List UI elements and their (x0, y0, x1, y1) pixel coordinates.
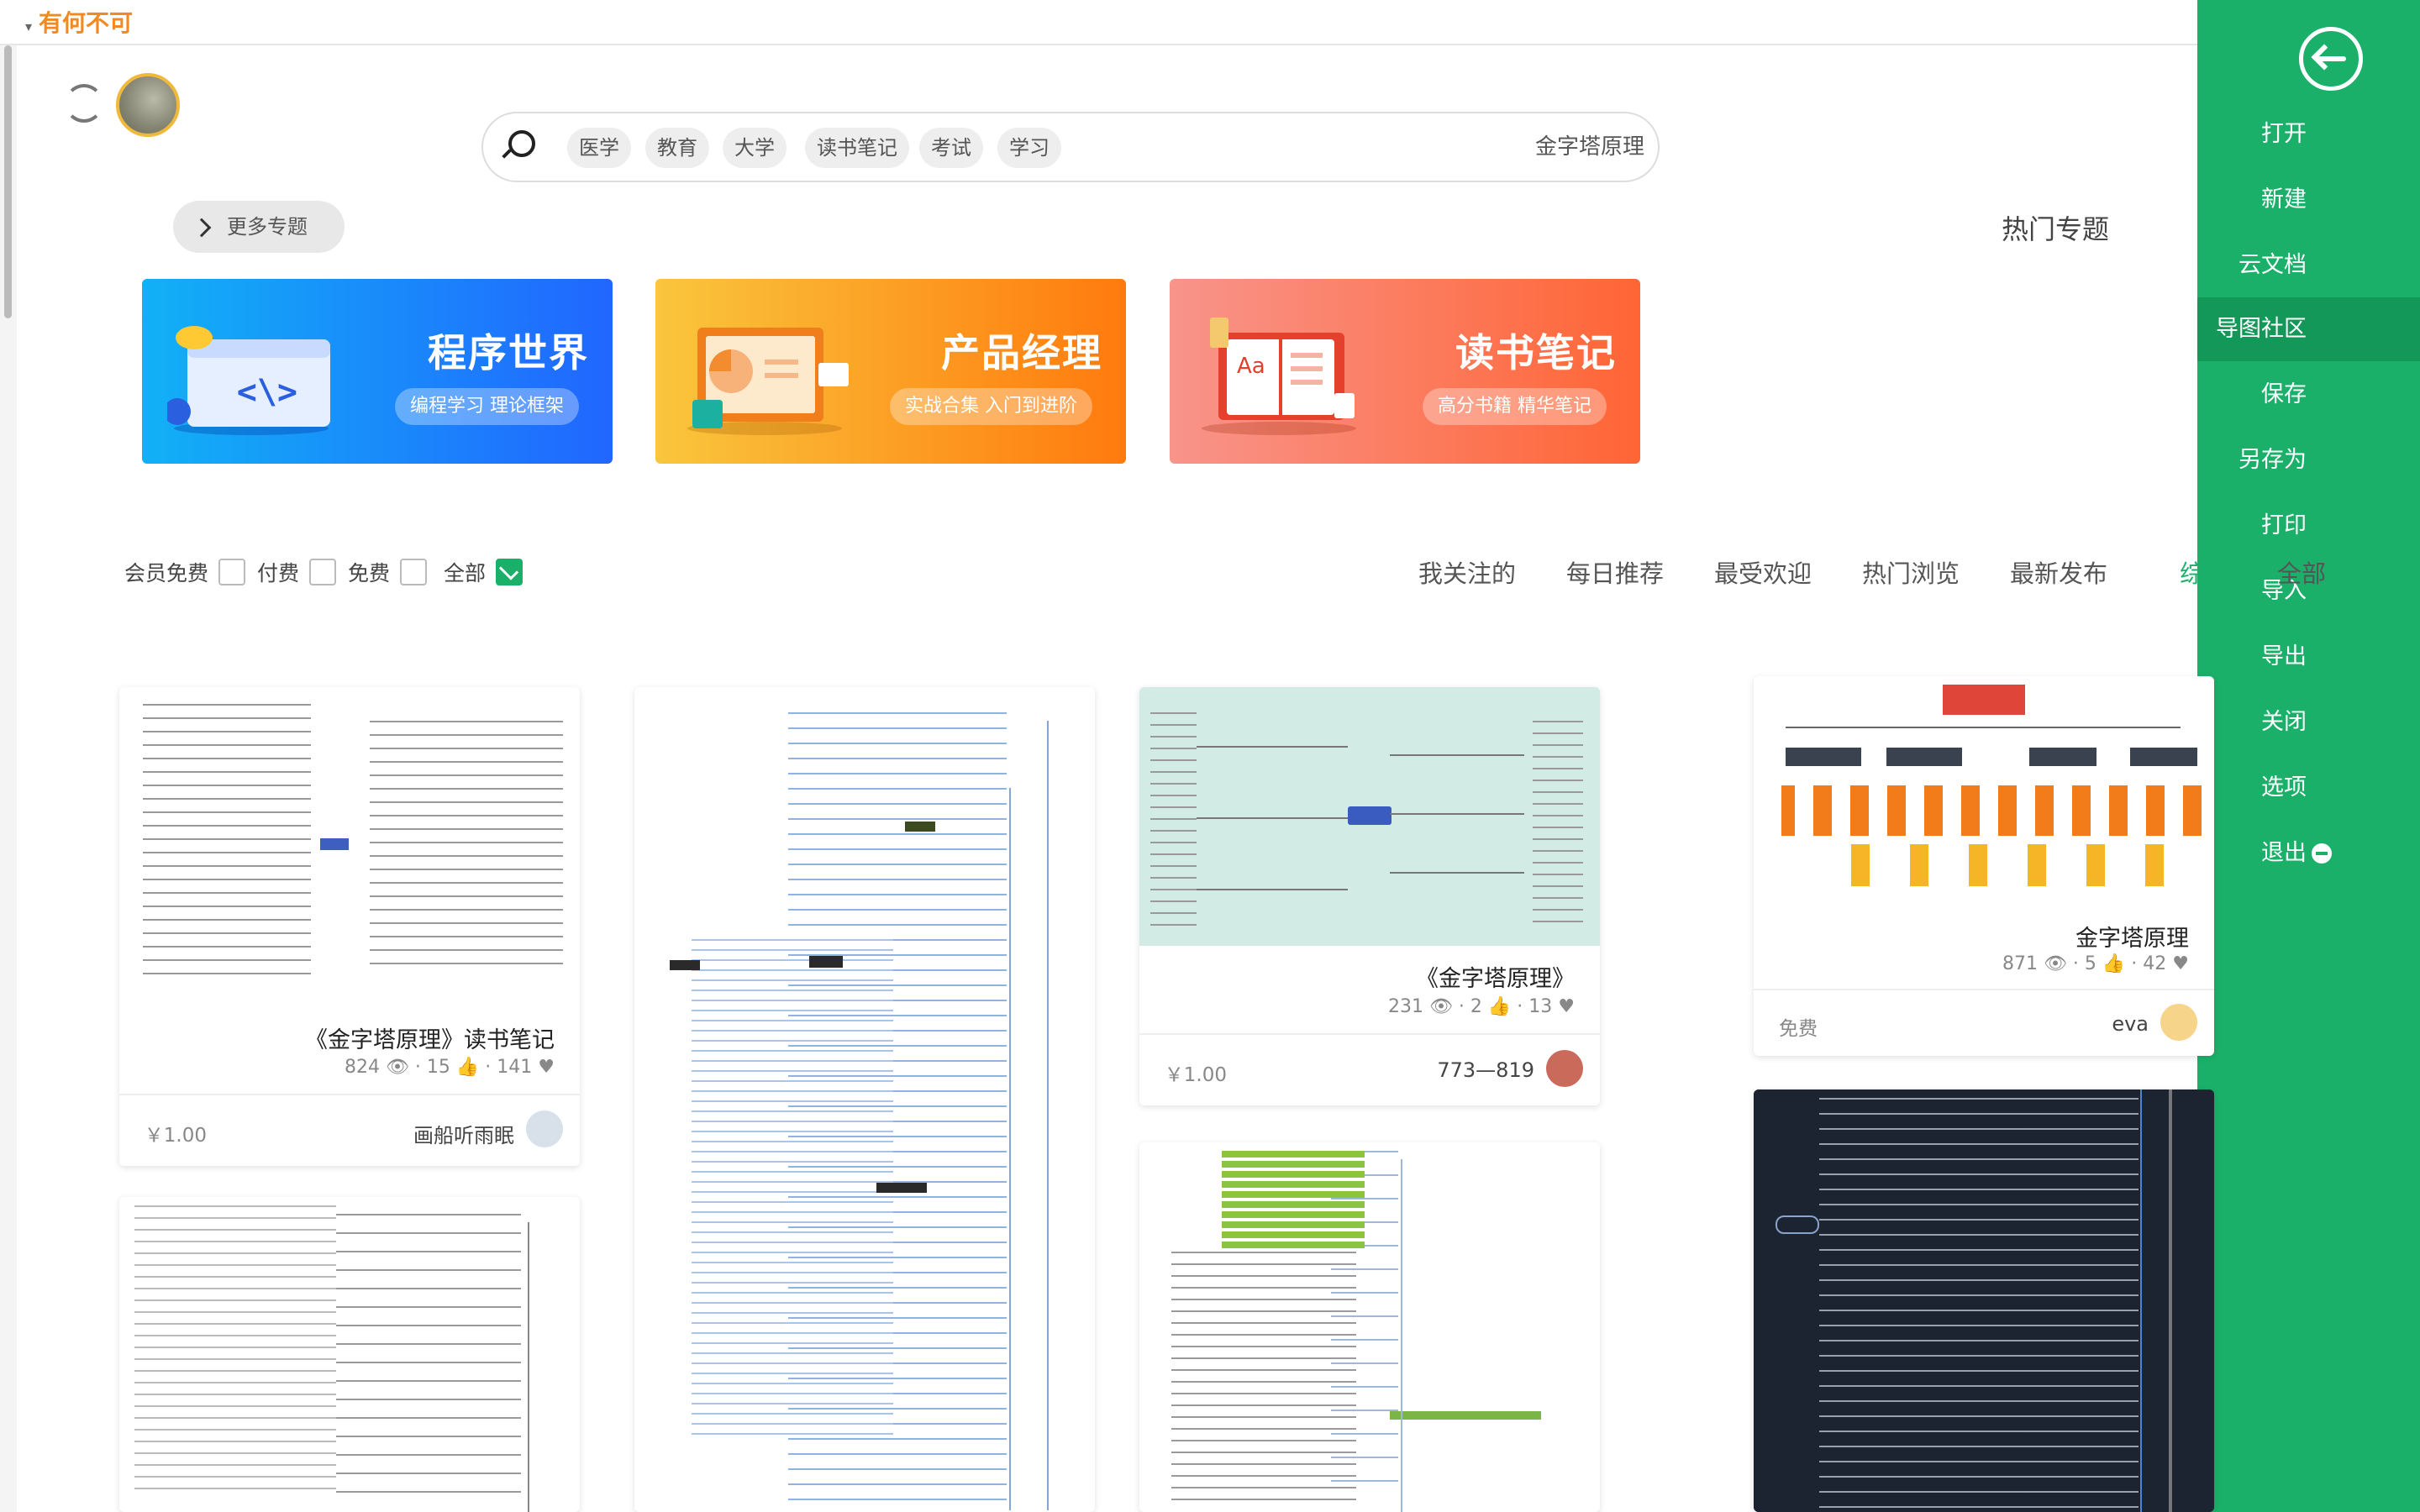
author-avatar[interactable] (1546, 1050, 1583, 1087)
card-price: 免费 (1779, 1018, 1818, 1040)
sidebar-item-exit[interactable]: 退出 (2197, 822, 2420, 885)
section-title: 热门专题 (2001, 213, 2109, 245)
mindmap-card[interactable]: 《金字塔原理》 231 👁 · 2 👍 · 13 ♥ 773—819 ￥1.00 (1139, 687, 1600, 1105)
card-title[interactable]: 《金字塔原理》 (1416, 960, 1575, 993)
card-thumbnail (119, 1197, 580, 1512)
author-name[interactable]: eva (2112, 1012, 2149, 1036)
search-input[interactable]: 金字塔原理 (1535, 113, 1644, 181)
sidebar-item-options[interactable]: 选项 (2197, 756, 2420, 820)
code-window-icon: </> (167, 326, 330, 435)
tab-hot-views[interactable]: 热门浏览 (1862, 554, 1960, 590)
card-price: ￥1.00 (145, 1125, 208, 1147)
tab-all[interactable]: 全部 (2277, 554, 2326, 590)
search-tag[interactable]: 大学 (723, 128, 786, 168)
card-stats: 231 👁 · 2 👍 · 13 ♥ (1388, 996, 1575, 1017)
notebook-icon: Aa (1202, 318, 1356, 435)
search-bar[interactable]: 金字塔原理 学习 考试 读书笔记 大学 教育 医学 (481, 112, 1660, 182)
sidebar-item-new[interactable]: 新建 (2197, 168, 2420, 232)
sidebar-item-cloud-docs[interactable]: 云文档 (2197, 234, 2420, 297)
card-thumbnail (1754, 1089, 2214, 1512)
tab-comprehensive[interactable]: 综合 (2180, 554, 2228, 590)
mindmap-card[interactable] (1139, 1142, 1600, 1512)
search-icon[interactable] (508, 130, 535, 157)
filter-free[interactable]: 免费 (343, 557, 427, 585)
author-name[interactable]: 773—819 (1437, 1058, 1534, 1082)
sidebar-item-print[interactable]: 打印 (2197, 494, 2420, 558)
banner-title: 产品经理 (941, 330, 1102, 375)
sidebar-item-open[interactable]: 打开 (2197, 102, 2420, 166)
mindmap-card[interactable] (119, 1197, 580, 1512)
banner-title: 程序世界 (428, 330, 589, 375)
search-tag[interactable]: 学习 (997, 128, 1061, 168)
refresh-icon[interactable] (65, 84, 103, 123)
card-thumbnail (1139, 1142, 1600, 1512)
filter-member-free[interactable]: 会员免费 (119, 557, 245, 585)
more-topics-button[interactable]: 更多专题 (173, 201, 345, 253)
filter-all[interactable]: 全部 (439, 557, 523, 585)
card-stats: 824 👁 · 15 👍 · 141 ♥ (345, 1057, 555, 1078)
search-tag[interactable]: 教育 (645, 128, 709, 168)
banner-subtitle: 实战合集 入门到进阶 (890, 388, 1092, 425)
banner-reading-notes[interactable]: 读书笔记 高分书籍 精华笔记 Aa (1170, 279, 1640, 464)
mindmap-card[interactable]: 金字塔原理 871 👁 · 5 👍 · 42 ♥ eva 免费 (1754, 676, 2214, 1056)
author-avatar[interactable] (2160, 1004, 2197, 1041)
tab-following[interactable]: 我关注的 (1418, 554, 1516, 590)
sidebar-item-save[interactable]: 保存 (2197, 363, 2420, 427)
sidebar-item-community[interactable]: 导图社区 (2197, 297, 2420, 361)
banner-subtitle: 高分书籍 精华笔记 (1423, 388, 1607, 425)
title-bar: 有何不可 (0, 0, 2197, 45)
checkbox-checked[interactable] (496, 559, 523, 585)
tab-latest[interactable]: 最新发布 (2010, 554, 2107, 590)
banner-product-manager[interactable]: 产品经理 实战合集 入门到进阶 (655, 279, 1126, 464)
checkbox[interactable] (400, 559, 427, 585)
checkbox[interactable] (309, 559, 336, 585)
sidebar-menu: 打开 新建 云文档 导图社区 保存 另存为 打印 导入 导出 关闭 选项 退出 (2197, 0, 2420, 1512)
author-name[interactable]: 画船听雨眠 (413, 1119, 514, 1148)
svg-text:</>: </> (237, 373, 297, 412)
presentation-icon (687, 328, 849, 435)
card-thumbnail (1139, 687, 1600, 946)
banner-programming[interactable]: 程序世界 编程学习 理论框架 </> (142, 279, 613, 464)
user-avatar[interactable] (116, 73, 180, 137)
sidebar-item-close[interactable]: 关闭 (2197, 690, 2420, 754)
checkbox[interactable] (218, 559, 245, 585)
card-title[interactable]: 金字塔原理 (2075, 920, 2189, 953)
mindmap-card[interactable] (634, 687, 1095, 1512)
search-tag[interactable]: 考试 (919, 128, 983, 168)
banner-title: 读书笔记 (1455, 330, 1617, 375)
tab-most-popular[interactable]: 最受欢迎 (1714, 554, 1812, 590)
author-avatar[interactable] (526, 1110, 563, 1147)
filter-paid[interactable]: 付费 (252, 557, 336, 585)
search-tag[interactable]: 医学 (567, 128, 631, 168)
svg-text:Aa: Aa (1237, 354, 1265, 379)
chart-root-node (1943, 685, 2025, 715)
vertical-scrollbar[interactable] (0, 45, 17, 1512)
sidebar-item-save-as[interactable]: 另存为 (2197, 428, 2420, 492)
card-price: ￥1.00 (1165, 1064, 1228, 1086)
card-thumbnail (634, 687, 1095, 1512)
mindmap-card[interactable]: 《金字塔原理》读书笔记 824 👁 · 15 👍 · 141 ♥ 画船听雨眠 ￥… (119, 687, 580, 1166)
tab-daily-picks[interactable]: 每日推荐 (1566, 554, 1664, 590)
mindmap-card[interactable] (1754, 1089, 2214, 1512)
card-thumbnail (1754, 676, 2214, 920)
sidebar-item-export[interactable]: 导出 (2197, 625, 2420, 689)
card-title[interactable]: 《金字塔原理》读书笔记 (305, 1021, 555, 1054)
search-tag[interactable]: 读书笔记 (805, 128, 909, 168)
card-thumbnail (119, 687, 580, 1006)
card-stats: 871 👁 · 5 👍 · 42 ♥ (2002, 953, 2189, 974)
banner-subtitle: 编程学习 理论框架 (395, 388, 579, 425)
exit-icon (2312, 843, 2332, 864)
app-title[interactable]: 有何不可 (25, 5, 133, 39)
scrollbar-thumb[interactable] (4, 45, 12, 318)
back-arrow-icon[interactable] (2299, 27, 2363, 91)
